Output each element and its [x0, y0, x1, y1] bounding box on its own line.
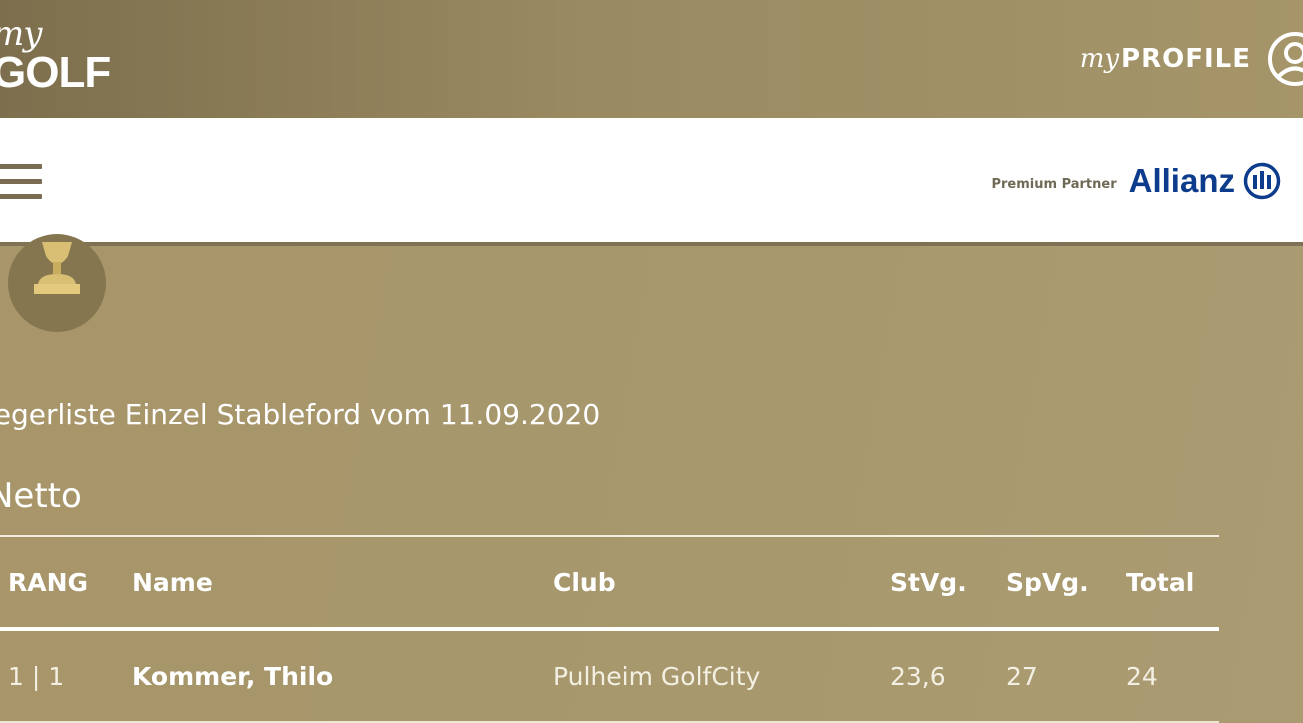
top-header: my GOLF my PROFILE [0, 0, 1303, 118]
cell-spvg: 27 [1006, 661, 1038, 691]
premium-partner-label: Premium Partner [991, 176, 1117, 192]
trophy-icon [34, 242, 80, 294]
column-header-rang[interactable]: RANG [8, 537, 88, 627]
navigation-bar: Premium Partner Allianz [0, 118, 1303, 246]
hamburger-menu-icon[interactable] [0, 164, 42, 200]
column-header-stvg[interactable]: StVg. [890, 537, 967, 627]
premium-partner[interactable]: Premium Partner Allianz [991, 162, 1281, 200]
results-table: RANG Name Club StVg. SpVg. Total 1 | 1 K… [0, 535, 1219, 723]
cell-rang: 1 | 1 [8, 661, 65, 691]
profile-label: PROFILE [1121, 44, 1251, 74]
page-title: iegerliste Einzel Stableford vom 11.09.2… [0, 398, 601, 431]
cell-club: Pulheim GolfCity [553, 661, 761, 691]
table-header: RANG Name Club StVg. SpVg. Total [0, 537, 1219, 631]
cell-total: 24 [1126, 661, 1158, 691]
column-header-spvg[interactable]: SpVg. [1006, 537, 1089, 627]
cell-stvg: 23,6 [890, 661, 946, 691]
profile-script: my [1079, 44, 1120, 74]
cell-name[interactable]: Kommer, Thilo [132, 631, 333, 721]
allianz-logo-icon [1243, 162, 1281, 200]
trophy-badge [8, 234, 106, 332]
column-header-name[interactable]: Name [132, 537, 213, 627]
column-header-club[interactable]: Club [553, 537, 616, 627]
mygolf-logo[interactable]: my GOLF [0, 14, 112, 104]
profile-icon[interactable] [1267, 31, 1303, 87]
logo-main: GOLF [0, 48, 111, 97]
allianz-wordmark: Allianz [1128, 162, 1235, 199]
myprofile-link[interactable]: my PROFILE [1080, 26, 1303, 92]
table-row[interactable]: 1 | 1 Kommer, Thilo Pulheim GolfCity 23,… [0, 631, 1219, 723]
column-header-total[interactable]: Total [1126, 537, 1194, 627]
section-subtitle: Netto [0, 476, 82, 516]
